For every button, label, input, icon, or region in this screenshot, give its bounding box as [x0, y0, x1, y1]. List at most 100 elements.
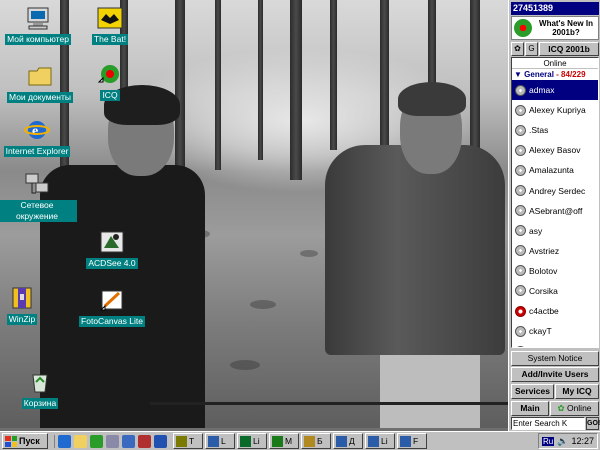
contact-item[interactable]: Andrey Serdec	[512, 180, 598, 200]
task-app-icon	[400, 435, 411, 447]
desktop-icon-label: FotoCanvas Lite	[79, 316, 145, 327]
desktop-icon-acdsee[interactable]: ACDSee 4.0	[72, 228, 152, 269]
task-app-icon	[304, 435, 315, 447]
go-button[interactable]: GO!	[586, 417, 600, 430]
contact-name: Andrey Serdec	[529, 185, 586, 196]
taskbar-task-button[interactable]: Б	[301, 433, 331, 449]
online-status-button[interactable]: ✿ Online	[550, 401, 599, 416]
desktop-icon-label: Мой компьютер	[5, 34, 71, 45]
icq-quicklaunch-icon[interactable]	[90, 434, 103, 448]
search-input[interactable]: Enter Search K	[511, 417, 585, 430]
contact-name: .Stas	[529, 125, 549, 136]
system-notice-button[interactable]: System Notice	[511, 351, 599, 366]
contact-item[interactable]: Bolotov	[512, 261, 598, 281]
desktop-icon-recycle-bin[interactable]: Корзина	[0, 368, 80, 409]
taskbar-task-button[interactable]: Li	[365, 433, 395, 449]
contact-status-icon	[515, 225, 526, 237]
task-label: Д	[349, 436, 355, 446]
desktop-icon-the-bat[interactable]: The Bat!	[70, 4, 150, 45]
icq-flower-mini-icon[interactable]: ✿	[511, 42, 524, 56]
contact-status-icon	[515, 124, 526, 136]
desktop-icon-label: Сетевое окружение	[0, 200, 77, 222]
services-button[interactable]: Services	[511, 384, 554, 399]
winzip-icon	[7, 284, 37, 312]
desktop-icon-internet-explorer[interactable]: e Internet Explorer	[0, 116, 77, 157]
icq-uin-title[interactable]: 27451389	[511, 2, 599, 15]
taskbar: Пуск T L Li M Б Д Li F Ru 🔈 12:27	[0, 431, 600, 450]
ie-icon: e	[22, 116, 52, 144]
start-label: Пуск	[19, 436, 40, 446]
network-icon	[22, 170, 52, 198]
windows-logo-icon	[5, 435, 17, 447]
desktop-icon-label: ICQ	[100, 90, 120, 101]
icq-flower-icon	[95, 60, 125, 88]
desktop-icon-icq[interactable]: ICQ	[70, 60, 150, 101]
task-label: Li	[253, 436, 260, 446]
contact-name: admax	[529, 85, 555, 96]
task-label: T	[189, 436, 195, 446]
contact-list[interactable]: Online ▼ General - 84/229 admax Alexey Ku…	[511, 57, 599, 348]
contact-item[interactable]: Amalazunta	[512, 160, 598, 180]
group-name: General	[524, 70, 554, 79]
taskbar-task-button[interactable]: M	[269, 433, 299, 449]
desktop-icon-my-documents[interactable]: Мои документы	[0, 62, 80, 103]
tool-quicklaunch-icon[interactable]	[106, 434, 119, 448]
contact-item[interactable]: Corsika	[512, 281, 598, 301]
contact-item[interactable]: asy	[512, 221, 598, 241]
recycle-bin-icon	[25, 368, 55, 396]
ie-quicklaunch-icon[interactable]	[58, 434, 71, 448]
folder-quicklaunch-icon[interactable]	[74, 434, 87, 448]
contact-status-icon	[515, 104, 526, 116]
my-icq-button[interactable]: My ICQ	[555, 384, 599, 399]
desktop-icon-fotocanvas[interactable]: FotoCanvas Lite	[72, 286, 152, 327]
group-header[interactable]: ▼ General - 84/229	[512, 69, 598, 80]
contact-item[interactable]: Corvin	[512, 341, 598, 347]
contact-status-icon	[515, 265, 526, 277]
desktop-icon-label: Корзина	[21, 398, 59, 409]
pen-quicklaunch-icon[interactable]	[122, 434, 135, 448]
app-quicklaunch-icon[interactable]	[138, 434, 151, 448]
contact-status-icon	[515, 164, 526, 176]
contact-status-icon	[515, 325, 526, 337]
contact-item[interactable]: Avstriez	[512, 241, 598, 261]
contact-name: Alexey Basov	[529, 145, 581, 156]
clock[interactable]: 12:27	[571, 436, 594, 446]
word-quicklaunch-icon[interactable]	[154, 434, 167, 448]
contact-status-icon	[515, 144, 526, 156]
contact-item[interactable]: ASebrant@off	[512, 201, 598, 221]
desktop-icon-network[interactable]: Сетевое окружение	[0, 170, 77, 222]
icq-version-title[interactable]: ICQ 2001b	[539, 42, 599, 56]
contact-item[interactable]: .Stas	[512, 120, 598, 140]
acdsee-icon	[97, 228, 127, 256]
speaker-icon[interactable]: 🔈	[557, 436, 568, 447]
contact-item[interactable]: Alexey Kupriya	[512, 100, 598, 120]
fotocanvas-icon	[97, 286, 127, 314]
language-indicator[interactable]: Ru	[542, 436, 555, 446]
folder-icon	[25, 62, 55, 90]
add-invite-users-button[interactable]: Add/Invite Users	[511, 367, 599, 382]
icq-flower-icon	[514, 19, 532, 37]
icq-whats-new-banner[interactable]: What's New In 2001b?	[511, 16, 599, 40]
task-app-icon	[368, 435, 379, 447]
start-button[interactable]: Пуск	[2, 433, 48, 449]
task-label: F	[413, 436, 419, 446]
contact-item[interactable]: Alexey Basov	[512, 140, 598, 160]
contact-item[interactable]: c4actbe	[512, 301, 598, 321]
task-label: M	[285, 436, 293, 446]
taskbar-task-button[interactable]: L	[205, 433, 235, 449]
taskbar-task-button[interactable]: T	[173, 433, 203, 449]
desktop-icon-my-computer[interactable]: Мой компьютер	[0, 4, 78, 45]
taskbar-task-button[interactable]: Д	[333, 433, 363, 449]
contact-item[interactable]: admax	[512, 80, 598, 101]
desktop-icon-winzip[interactable]: WinZip	[0, 284, 62, 325]
main-button[interactable]: Main	[511, 401, 549, 416]
task-app-icon	[176, 435, 187, 447]
contact-status-icon	[515, 205, 526, 217]
task-app-icon	[272, 435, 283, 447]
icq-g-icon[interactable]: G	[525, 42, 538, 56]
taskbar-task-button[interactable]: Li	[237, 433, 267, 449]
contact-item[interactable]: ckayT	[512, 321, 598, 341]
computer-icon	[23, 4, 53, 32]
online-status-label: Online	[566, 403, 592, 413]
taskbar-task-button[interactable]: F	[397, 433, 427, 449]
